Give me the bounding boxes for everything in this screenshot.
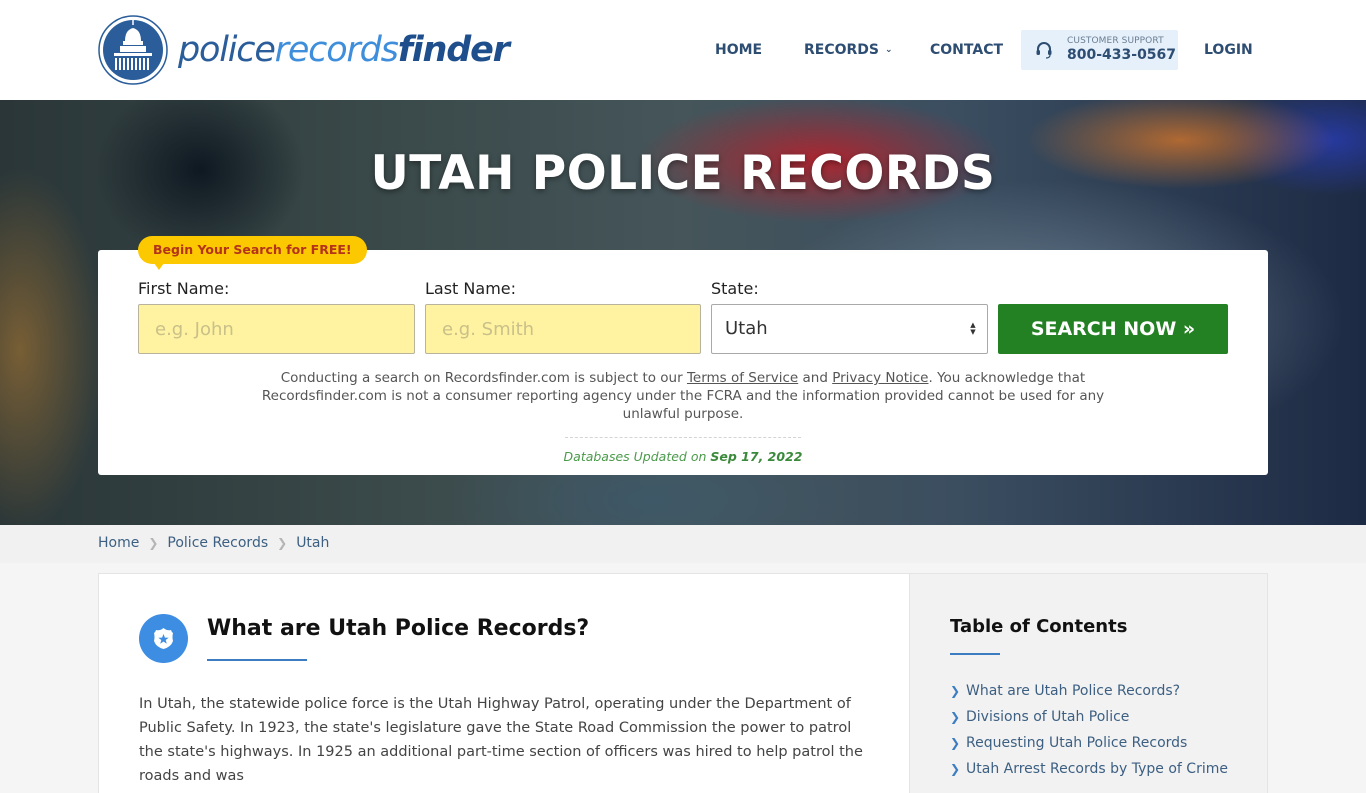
site-header: policerecordsfinder HOME RECORDS ⌄ CONTAC… [0,0,1366,100]
police-badge-icon [139,614,188,663]
search-now-button[interactable]: SEARCH NOW » [998,304,1228,354]
toc-title: Table of Contents [950,616,1128,637]
title-underline [207,659,307,661]
table-of-contents: Table of Contents ❯ What are Utah Police … [910,573,1268,793]
section-title: What are Utah Police Records? [207,616,590,641]
toc-underline [950,653,1000,655]
state-label: State: [711,279,759,298]
search-button-label: SEARCH NOW [1030,318,1177,340]
toc-item[interactable]: ❯ What are Utah Police Records? [950,678,1228,704]
disclaimer-text-1: Conducting a search on Recordsfinder.com… [280,370,687,386]
capitol-logo-icon [98,15,168,85]
db-updated-label: Databases Updated on [563,449,711,464]
state-selected-value: Utah [725,318,768,339]
breadcrumb: Home ❯ Police Records ❯ Utah [98,535,329,551]
free-search-badge: Begin Your Search for FREE! [138,236,367,270]
chevron-down-icon: ⌄ [885,45,893,55]
logo-word-records: records [274,29,399,70]
chevron-right-icon: ❯ [950,684,961,698]
chevron-right-icon: ❯ [277,536,288,550]
customer-support-phone[interactable]: CUSTOMER SUPPORT 800-433-0567 [1021,30,1178,70]
nav-login[interactable]: LOGIN [1204,30,1253,70]
page-title: UTAH POLICE RECORDS [370,146,996,201]
search-disclaimer: Conducting a search on Recordsfinder.com… [248,369,1118,423]
last-name-label: Last Name: [425,279,517,298]
last-name-input[interactable] [425,304,701,354]
toc-list: ❯ What are Utah Police Records? ❯ Division… [950,678,1228,782]
breadcrumb-utah[interactable]: Utah [296,535,329,551]
divider [565,437,801,438]
toc-link[interactable]: Divisions of Utah Police [966,709,1129,725]
toc-item[interactable]: ❯ Requesting Utah Police Records [950,730,1228,756]
privacy-notice-link[interactable]: Privacy Notice [832,370,928,386]
toc-item[interactable]: ❯ Utah Arrest Records by Type of Crime [950,756,1228,782]
state-select[interactable]: Utah ▲ ▼ [711,304,988,354]
toc-link[interactable]: Utah Arrest Records by Type of Crime [966,761,1228,777]
logo-word-police: police [178,29,276,70]
first-name-label: First Name: [138,279,230,298]
nav-home[interactable]: HOME [715,30,762,70]
support-label: CUSTOMER SUPPORT [1067,36,1164,46]
search-form: Begin Your Search for FREE! First Name: … [98,236,1268,475]
breadcrumb-police-records[interactable]: Police Records [167,535,268,551]
logo-wordmark: policerecordsfinder [178,29,510,70]
logo-link[interactable]: policerecordsfinder [98,15,510,85]
breadcrumb-bar: Home ❯ Police Records ❯ Utah [0,525,1366,563]
toc-link[interactable]: Requesting Utah Police Records [966,735,1187,751]
nav-records[interactable]: RECORDS ⌄ [804,30,893,70]
db-updated-date: Sep 17, 2022 [710,449,803,464]
breadcrumb-home[interactable]: Home [98,535,139,551]
section-body: In Utah, the statewide police force is t… [139,696,863,784]
disclaimer-text-2: and [798,370,833,386]
toc-item[interactable]: ❯ Divisions of Utah Police [950,704,1228,730]
nav-contact[interactable]: CONTACT [930,30,1003,70]
toc-link[interactable]: What are Utah Police Records? [966,683,1180,699]
logo-word-finder: finder [397,29,510,70]
nav-records-label: RECORDS [804,42,880,58]
terms-of-service-link[interactable]: Terms of Service [687,370,798,386]
support-phone-number: 800-433-0567 [1067,47,1177,63]
database-updated-note: Databases Updated on Sep 17, 2022 [98,449,1268,464]
chevron-right-icon: ❯ [950,710,961,724]
headset-icon [1036,42,1052,59]
first-name-input[interactable] [138,304,415,354]
double-chevron-right-icon: » [1182,318,1196,340]
chevron-right-icon: ❯ [950,736,961,750]
chevron-right-icon: ❯ [950,762,961,776]
hero-banner: UTAH POLICE RECORDS Begin Your Search fo… [0,100,1366,525]
article-card: What are Utah Police Records? In Utah, t… [98,573,910,793]
select-arrows-icon: ▲ ▼ [970,321,976,336]
chevron-right-icon: ❯ [148,536,159,550]
